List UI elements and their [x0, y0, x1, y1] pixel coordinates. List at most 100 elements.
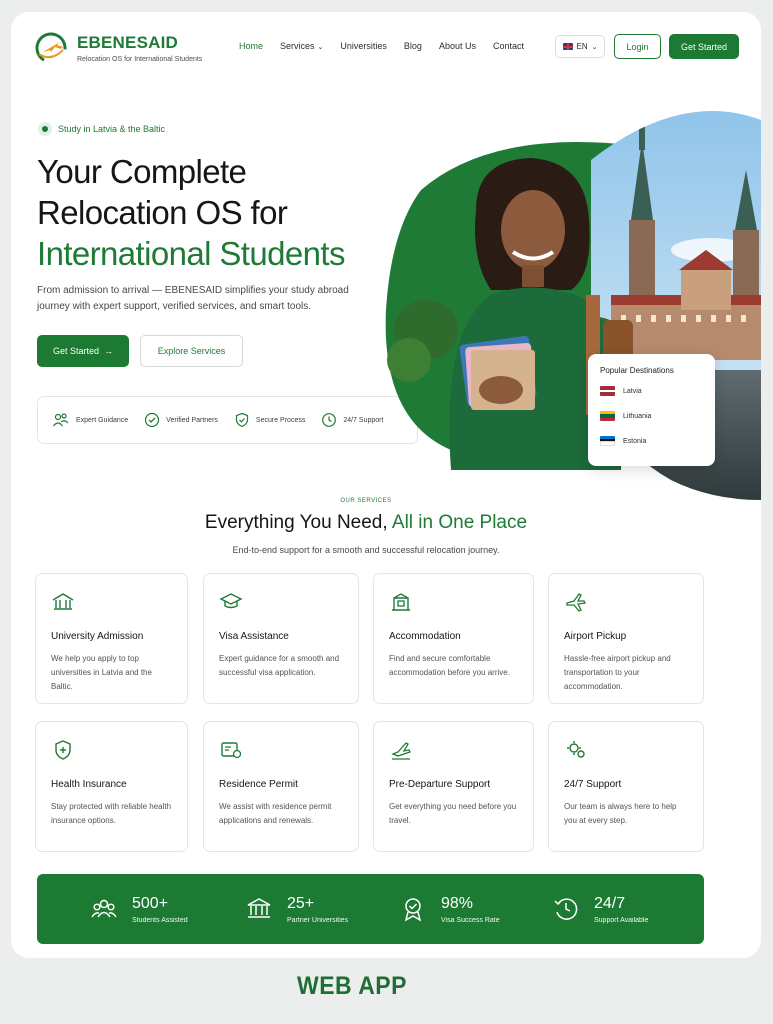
hero-title-line1: Your Complete [37, 153, 247, 190]
stat-value: 500+ [132, 894, 169, 912]
graduation-cap-icon [219, 593, 243, 609]
feature-label: Secure Process [255, 416, 306, 424]
service-desc: Hassle-free airport pickup and transport… [564, 654, 671, 691]
login-button[interactable]: Login [614, 34, 661, 59]
nav-item-home[interactable]: Home [239, 41, 263, 51]
service-card-accommodation[interactable]: Accommodation Find and secure comfortabl… [373, 573, 534, 704]
service-desc: Stay protected with reliable health insu… [51, 802, 172, 825]
plane-takeoff-icon [391, 742, 411, 760]
hero-get-started-button[interactable]: Get Started → [37, 335, 129, 367]
destination-latvia[interactable]: Latvia [600, 386, 703, 396]
destination-lithuania[interactable]: Lithuania [600, 411, 703, 421]
feature-support: 24/7 Support [321, 412, 383, 428]
service-card-health-insurance[interactable]: Health Insurance Stay protected with rel… [35, 721, 188, 852]
hero-subtitle: From admission to arrival — EBENESAID si… [37, 285, 349, 312]
clock-icon [554, 898, 578, 920]
university-icon [52, 593, 74, 610]
latvia-flag-icon [600, 386, 615, 396]
stat-value: 98% [441, 894, 474, 912]
hero-pill-text: Study in Latvia & the Baltic [58, 124, 166, 134]
hero-title-line2: Relocation OS for [37, 194, 288, 231]
destination-label: Estonia [623, 437, 647, 445]
popular-destinations-card: Popular Destinations Latvia Lithuania Es… [588, 354, 715, 466]
service-desc: Find and secure comfortable accommodatio… [389, 654, 510, 677]
service-card-visa-assistance[interactable]: Visa Assistance Expert guidance for a sm… [203, 573, 359, 704]
stat-students: 500+ Students Assisted [90, 874, 188, 944]
services-title-part1: Everything You Need, [204, 512, 392, 533]
service-card-residence-permit[interactable]: Residence Permit We assist with residenc… [203, 721, 359, 852]
services-kicker: OUR SERVICES [340, 498, 392, 504]
service-desc: Expert guidance for a smooth and success… [219, 654, 340, 677]
building-icon [392, 593, 410, 611]
plane-icon [566, 593, 586, 612]
brand-name: EBENESAID [77, 33, 178, 52]
service-card-university-admission[interactable]: University Admission We help you apply t… [35, 573, 188, 704]
feature-label: 24/7 Support [343, 416, 384, 424]
service-title: Pre-Departure Support [389, 779, 491, 790]
nav-item-services-label: Services [280, 41, 315, 51]
stats-bar: 500+ Students Assisted 25+ Partner Univers… [37, 874, 704, 944]
stat-universities: 25+ Partner Universities [245, 874, 348, 944]
hero-title-line3: International Students [37, 235, 345, 272]
service-card-airport-pickup[interactable]: Airport Pickup Hassle-free airport picku… [548, 573, 704, 704]
service-desc: Get everything you need before you trave… [389, 802, 517, 825]
service-title: Airport Pickup [564, 631, 627, 642]
stat-label: Students Assisted [132, 916, 188, 924]
nav-item-blog[interactable]: Blog [404, 41, 422, 51]
services-title: Everything You Need, All in One Place [11, 512, 721, 534]
feature-verified-partners: Verified Partners [144, 412, 218, 428]
nav-item-universities[interactable]: Universities [340, 41, 387, 51]
explore-services-button[interactable]: Explore Services [140, 335, 243, 367]
hero-pill-badge: Study in Latvia & the Baltic [38, 122, 165, 136]
destinations-title: Popular Destinations [600, 366, 674, 375]
hero-title: Your Complete Relocation OS for Internat… [37, 151, 397, 274]
brand-tagline: Relocation OS for International Students [77, 56, 203, 63]
brand-logo[interactable]: EBENESAID Relocation OS for Internationa… [33, 30, 202, 66]
header-get-started-button[interactable]: Get Started [669, 34, 739, 59]
award-icon [404, 898, 422, 922]
service-title: Visa Assistance [219, 631, 289, 642]
service-title: University Admission [51, 631, 144, 642]
destination-label: Latvia [623, 387, 642, 395]
institution-icon [247, 898, 271, 918]
support-gears-icon [567, 741, 585, 758]
hero-get-started-label: Get Started [52, 346, 100, 356]
chevron-down-icon: ⌄ [317, 44, 324, 51]
stat-support: 24/7 Support Available [552, 874, 648, 944]
service-desc: We assist with residence permit applicat… [219, 802, 332, 825]
destination-label: Lithuania [623, 412, 652, 420]
check-circle-icon [145, 412, 160, 428]
service-card-support[interactable]: 24/7 Support Our team is always here to … [548, 721, 704, 852]
service-title: Health Insurance [51, 779, 127, 790]
users-icon [91, 899, 117, 918]
people-icon [53, 413, 69, 427]
service-title: 24/7 Support [564, 779, 622, 790]
service-title: Accommodation [389, 631, 461, 642]
language-label: EN [576, 42, 588, 51]
arrow-right-icon: → [104, 346, 114, 356]
dot-icon [38, 122, 52, 136]
logo-plane-icon [35, 32, 67, 64]
chevron-down-icon: ⌄ [591, 43, 598, 51]
health-shield-icon [55, 740, 71, 760]
feature-label: Expert Guidance [76, 416, 129, 424]
nav-item-contact[interactable]: Contact [493, 41, 524, 51]
estonia-flag-icon [600, 436, 615, 446]
web-app-label: WEB APP [297, 970, 407, 1000]
trust-features-bar: Expert Guidance Verified Partners Secure… [37, 396, 418, 444]
language-selector[interactable]: EN ⌄ [555, 35, 605, 58]
stat-visa-success: 98% Visa Success Rate [399, 874, 500, 944]
stat-label: Partner Universities [287, 916, 349, 924]
feature-label: Verified Partners [166, 416, 218, 424]
nav-item-services[interactable]: Services ⌄ [280, 41, 323, 51]
shield-check-icon [235, 412, 249, 428]
services-title-part2: All in One Place [391, 512, 528, 533]
service-title: Residence Permit [219, 779, 298, 790]
nav-item-about[interactable]: About Us [439, 41, 476, 51]
feature-secure-process: Secure Process [234, 412, 305, 428]
destination-estonia[interactable]: Estonia [600, 436, 703, 446]
stat-label: Support Available [594, 916, 649, 924]
service-card-pre-departure[interactable]: Pre-Departure Support Get everything you… [373, 721, 534, 852]
service-desc: We help you apply to top universities in… [51, 654, 152, 691]
app-window: EBENESAID Relocation OS for Internationa… [11, 12, 761, 958]
